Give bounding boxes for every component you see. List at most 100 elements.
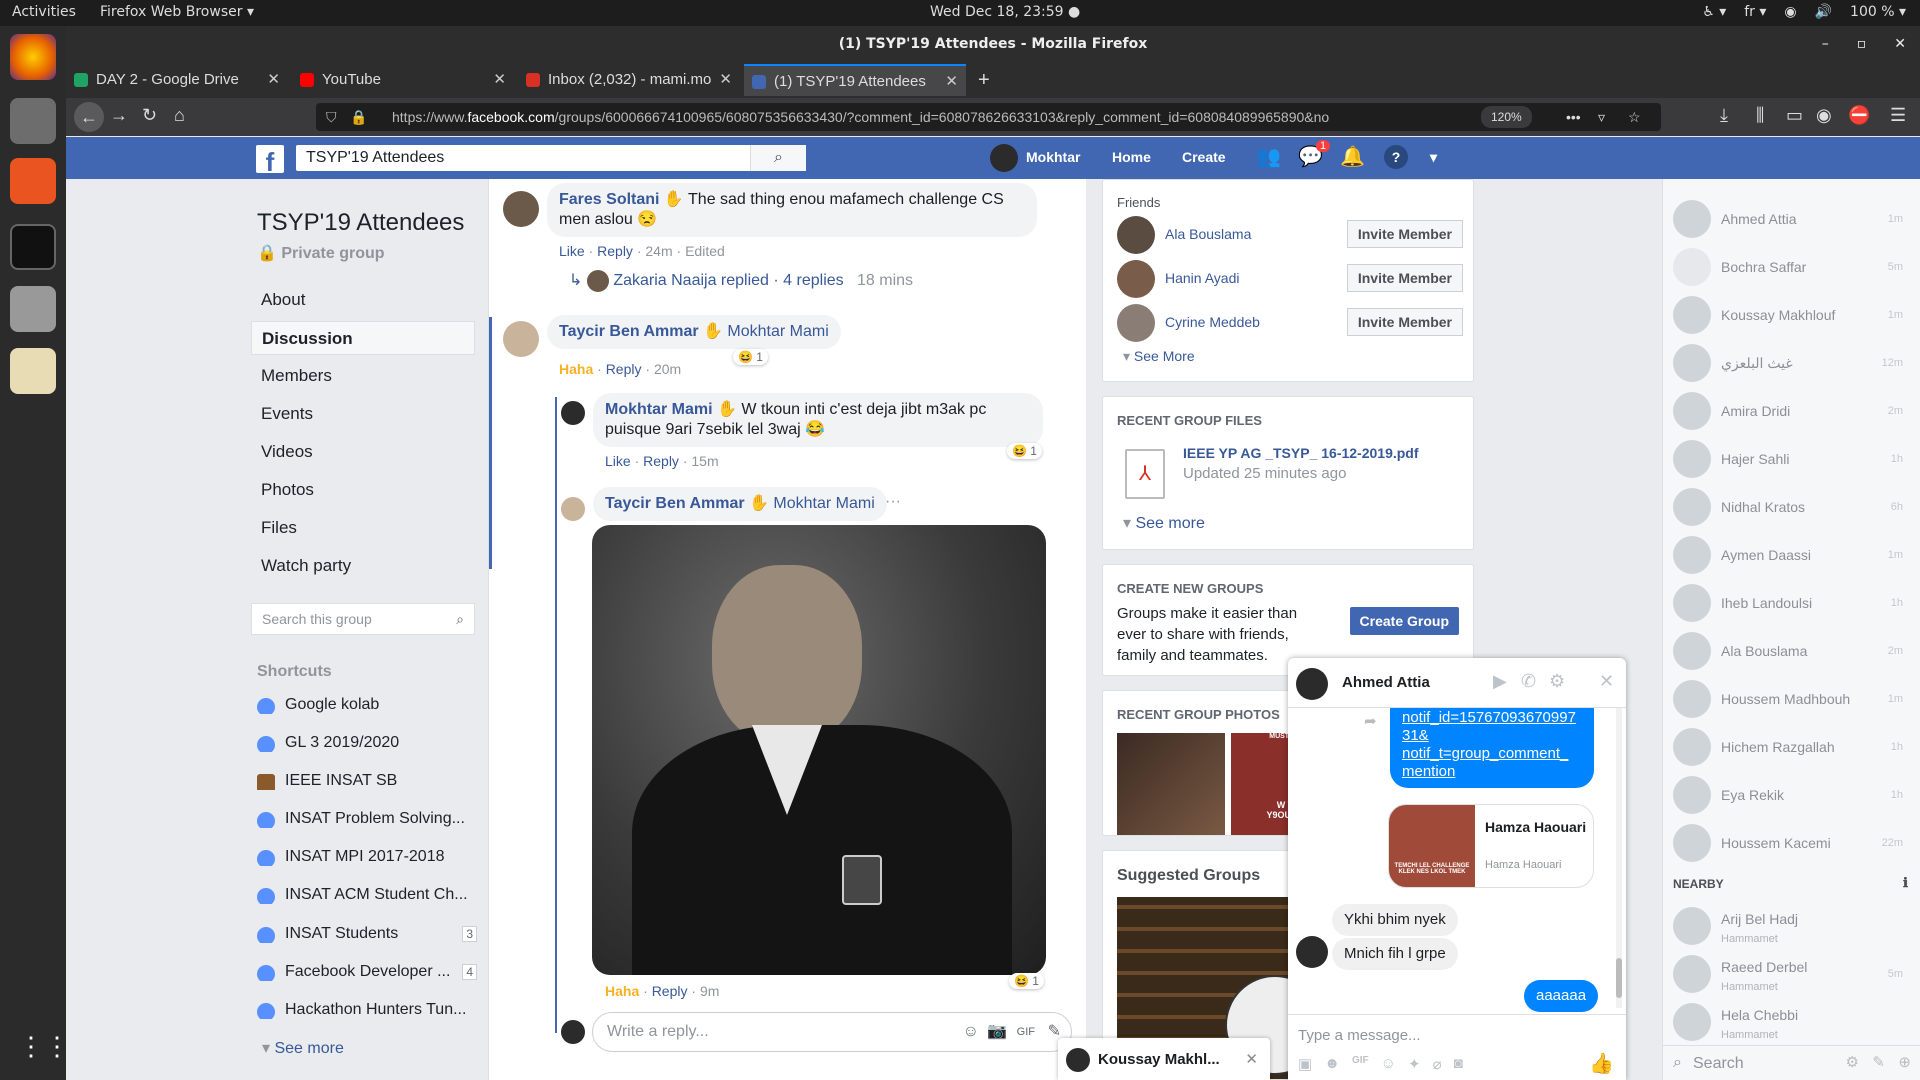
scrollbar[interactable] [1616, 708, 1622, 1008]
system-tray[interactable]: ♿ ▾ fr ▾ ◉ 🔊 100 % ▾ [1702, 4, 1906, 20]
search-icon[interactable]: ⌕ [456, 604, 464, 634]
chat-contact[interactable]: Koussay Makhlouf 1m [1673, 296, 1903, 336]
link-preview-card[interactable]: TEMCHI LEL CHALLENGE KLEK NES LKOL TMEK H… [1388, 804, 1594, 888]
new-tab-button[interactable]: + [970, 64, 1000, 96]
haha-reaction[interactable]: Haha [605, 983, 639, 999]
accessibility-icon[interactable]: ♿ ▾ [1702, 4, 1726, 20]
friend-name[interactable]: Hanin Ayadi [1165, 270, 1239, 286]
chat-contact[interactable]: Nidhal Kratos 6h [1673, 488, 1903, 528]
text-editor-icon[interactable] [10, 348, 56, 394]
haha-reaction[interactable]: Haha [559, 361, 593, 377]
reaction-count[interactable]: 😆 1 [1009, 973, 1044, 989]
app-menu[interactable]: Firefox Web Browser ▾ [100, 4, 254, 20]
zoom-indicator[interactable]: 120% [1481, 106, 1532, 128]
file-link[interactable]: IEEE YP AG _TSYP_ 16-12-2019.pdf [1183, 445, 1419, 461]
reply-input[interactable]: Write a reply... ☺ 📷 GIF ✎ [592, 1012, 1072, 1052]
avatar[interactable] [1117, 260, 1155, 298]
tab-youtube[interactable]: YouTube ✕ [292, 64, 514, 96]
author-name[interactable]: Mokhtar Mami [605, 401, 713, 418]
tab-facebook[interactable]: (1) TSYP'19 Attendees ✕ [744, 64, 966, 96]
chat-contact[interactable]: Aymen Daassi 1m [1673, 536, 1903, 576]
friends-see-more[interactable]: ▾ See More [1123, 348, 1195, 365]
shortcut-item[interactable]: Google kolab [257, 696, 477, 714]
forward-icon[interactable]: ➦ [1364, 712, 1377, 730]
files-icon[interactable] [10, 98, 56, 144]
nearby-contact[interactable]: Hela Chebbi Hammamet [1673, 1003, 1903, 1043]
author-name[interactable]: Fares Soltani [559, 191, 659, 208]
firefox-icon[interactable] [10, 34, 56, 80]
chat-contact[interactable]: Eya Rekik 1h [1673, 776, 1903, 816]
reply-link[interactable]: Reply [597, 243, 633, 259]
avatar[interactable] [1117, 216, 1155, 254]
activities-button[interactable]: Activities [12, 4, 76, 20]
facebook-logo[interactable]: f [256, 145, 284, 177]
shortcut-item[interactable]: INSAT ACM Student Ch... [257, 886, 477, 904]
like-link[interactable]: Like [605, 453, 631, 469]
mention[interactable]: Mokhtar Mami [773, 495, 874, 512]
account-menu-icon[interactable]: ▾ [1430, 149, 1437, 166]
home-button[interactable]: ⌂ [174, 105, 185, 126]
reaction-count[interactable]: 😆 1 [733, 349, 768, 365]
avatar[interactable] [1117, 304, 1155, 342]
language-indicator[interactable]: fr ▾ [1744, 4, 1766, 20]
friend-name[interactable]: Ala Bouslama [1165, 226, 1251, 242]
sidebar-icon[interactable]: ▭ [1786, 105, 1803, 126]
camera-icon[interactable]: 📷 [987, 1013, 1007, 1051]
minimize-icon[interactable]: – [1822, 26, 1829, 62]
pocket-icon[interactable]: ▿ [1598, 103, 1605, 131]
gear-icon[interactable]: ⚙ [1846, 1053, 1859, 1071]
phone-icon[interactable]: ✆ [1521, 671, 1536, 692]
close-icon[interactable]: ✕ [1894, 26, 1906, 62]
scrollbar-thumb[interactable] [1616, 958, 1622, 998]
url-bar[interactable]: ⛉ 🔒 https://www.facebook.com/groups/6000… [316, 103, 1661, 131]
nav-watch-party[interactable]: Watch party [251, 549, 475, 583]
shortcut-item[interactable]: GL 3 2019/2020 [257, 734, 477, 752]
author-name[interactable]: Taycir Ben Ammar [559, 323, 699, 340]
menu-icon[interactable]: ☰ [1890, 105, 1906, 126]
battery-indicator[interactable]: 100 % ▾ [1850, 4, 1906, 20]
shortcut-item[interactable]: Facebook Developer ... 4 [257, 963, 477, 981]
shortcut-item[interactable]: INSAT MPI 2017-2018 [257, 848, 477, 866]
chat-contact[interactable]: Amira Dridi 2m [1673, 392, 1903, 432]
create-link[interactable]: Create [1182, 149, 1226, 165]
page-actions-icon[interactable]: ••• [1566, 103, 1581, 131]
minimized-chat[interactable]: Koussay Makhl... ✕ [1058, 1038, 1270, 1080]
video-call-icon[interactable]: ▶ [1493, 671, 1507, 692]
chat-contact[interactable]: Iheb Landoulsi 1h [1673, 584, 1903, 624]
chat-search-input[interactable]: ⌕ Search ⚙ ✎ ⊕ [1663, 1045, 1920, 1080]
nav-about[interactable]: About [251, 283, 475, 317]
gif-image[interactable] [592, 525, 1046, 975]
software-center-icon[interactable] [10, 158, 56, 204]
message-input[interactable]: Type a message... [1298, 1027, 1421, 1044]
chat-contact[interactable]: Houssem Kacemi 22m [1673, 824, 1903, 864]
tab-gmail[interactable]: Inbox (2,032) - mami.mo ✕ [518, 64, 740, 96]
avatar[interactable] [503, 321, 539, 357]
maximize-icon[interactable]: ▫ [1857, 26, 1867, 62]
info-icon[interactable]: ℹ [1903, 875, 1908, 891]
reply-link[interactable]: Reply [652, 983, 688, 999]
back-button[interactable]: ← [74, 102, 104, 132]
close-icon[interactable]: ✕ [1599, 671, 1614, 692]
profile-link[interactable]: Mokhtar [1026, 149, 1080, 165]
close-tab-icon[interactable]: ✕ [713, 64, 732, 96]
terminal-icon[interactable] [10, 224, 56, 270]
invite-member-button[interactable]: Invite Member [1346, 308, 1463, 336]
close-tab-icon[interactable]: ✕ [267, 64, 280, 96]
attachment-icon[interactable]: ⌀ [1433, 1055, 1442, 1073]
shortcut-item[interactable]: INSAT Problem Solving... [257, 810, 477, 828]
avatar[interactable] [561, 497, 585, 521]
chat-contact-name[interactable]: Ahmed Attia [1342, 674, 1430, 691]
reply-link[interactable]: Reply [643, 453, 679, 469]
shortcut-item[interactable]: IEEE INSAT SB [257, 772, 477, 790]
mention[interactable]: Mokhtar Mami [727, 323, 828, 340]
thumbs-up-icon[interactable]: 👍 [1589, 1051, 1614, 1076]
files-see-more[interactable]: ▾ See more [1123, 513, 1205, 533]
friend-requests-icon[interactable]: 👥 [1256, 144, 1281, 169]
chat-contact[interactable]: Hichem Razgallah 1h [1673, 728, 1903, 768]
games-icon[interactable]: ✦ [1408, 1055, 1421, 1073]
nearby-contact[interactable]: Raeed Derbel Hammamet 5m [1673, 955, 1903, 995]
shortcut-item[interactable]: INSAT Students 3 [257, 925, 477, 943]
new-message-icon[interactable]: ✎ [1872, 1053, 1885, 1071]
adblock-icon[interactable]: ⛔ [1848, 105, 1870, 126]
search-icon[interactable]: ⌕ [750, 145, 806, 171]
